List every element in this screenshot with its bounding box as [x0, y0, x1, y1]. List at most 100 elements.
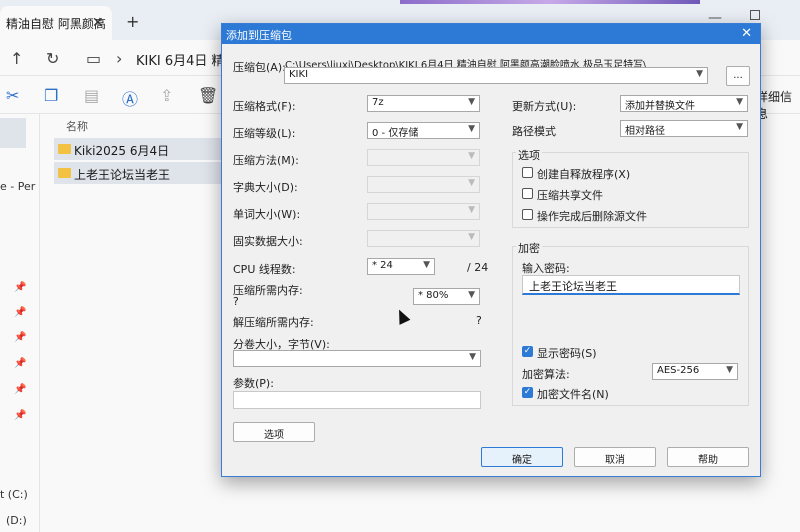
chevron-down-icon: ▼: [736, 97, 743, 107]
delete-after-checkbox[interactable]: [522, 209, 533, 220]
share-icon[interactable]: ⇪: [160, 86, 173, 105]
shared-files-label[interactable]: 压缩共享文件: [537, 187, 603, 203]
shared-files-checkbox[interactable]: [522, 188, 533, 199]
file-name: 上老王论坛当老王: [74, 168, 171, 182]
update-value: 添加并替换文件: [625, 101, 695, 112]
encrypt-names-label[interactable]: 加密文件名(N): [537, 386, 609, 402]
format-label: 压缩格式(F):: [233, 100, 296, 113]
mem-decomp-value: ?: [476, 314, 482, 327]
options-button[interactable]: 选项: [233, 422, 315, 442]
chevron-down-icon: ▼: [423, 260, 430, 270]
method-label: 压缩方法(M):: [233, 154, 299, 167]
pin-icon: 📌: [14, 384, 27, 395]
memory-percent-select[interactable]: * 80% ▼: [413, 288, 480, 305]
list-item[interactable]: 上老王论坛当老王: [54, 162, 224, 184]
chevron-down-icon: ▼: [736, 122, 743, 132]
mem-decomp-label: 解压缩所需内存:: [233, 316, 314, 329]
tab-title: 精油自慰 阿黑颜高: [6, 17, 106, 31]
paste-icon[interactable]: ▤: [84, 86, 99, 105]
encrypt-names-checkbox[interactable]: ✓: [522, 387, 533, 398]
file-name: Kiki2025 6月4日: [74, 144, 170, 158]
column-header-name[interactable]: 名称: [66, 118, 88, 134]
help-button[interactable]: 帮助: [667, 447, 749, 467]
add-tab-icon[interactable]: +: [126, 12, 139, 31]
level-value: 0 - 仅存储: [372, 128, 419, 139]
wallpaper-strip: [400, 0, 700, 4]
sfx-checkbox[interactable]: [522, 167, 533, 178]
pin-icon: 📌: [14, 332, 27, 343]
pin-icon: 📌: [14, 358, 27, 369]
list-item[interactable]: Kiki2025 6月4日: [54, 138, 224, 160]
cpu-select[interactable]: * 24 ▼: [367, 258, 435, 275]
close-tab-icon[interactable]: ✕: [92, 15, 104, 31]
solid-label: 固实数据大小:: [233, 235, 303, 248]
chevron-down-icon: ▼: [468, 124, 475, 134]
refresh-icon[interactable]: ↻: [46, 49, 59, 68]
copy-icon[interactable]: ❐: [44, 86, 58, 105]
show-password-checkbox[interactable]: ✓: [522, 346, 533, 357]
archive-label: 压缩包(A):: [233, 61, 286, 74]
archive-name-combo[interactable]: KIKI ▼: [284, 67, 708, 84]
chevron-down-icon: ▼: [468, 151, 475, 161]
cpu-label: CPU 线程数:: [233, 263, 296, 276]
show-password-label[interactable]: 显示密码(S): [537, 345, 597, 361]
nav-selected-item[interactable]: [0, 118, 26, 148]
archive-name-value: KIKI: [289, 69, 309, 80]
chevron-down-icon: ▼: [468, 178, 475, 188]
up-arrow-icon[interactable]: ↑: [10, 49, 23, 68]
navigation-pane: e - Per 📌 📌 📌 📌 📌 📌 t (C:) (D:): [0, 114, 40, 532]
drive-d[interactable]: (D:): [6, 514, 27, 527]
solid-select[interactable]: ▼: [367, 230, 480, 247]
rename-icon[interactable]: Ⓐ: [122, 86, 138, 110]
password-label: 输入密码:: [522, 262, 570, 275]
monitor-icon[interactable]: ▭: [86, 49, 101, 68]
encryption-group-title: 加密: [516, 240, 542, 256]
params-input[interactable]: [233, 391, 481, 409]
dict-label: 字典大小(D):: [233, 181, 298, 194]
level-select[interactable]: 0 - 仅存储 ▼: [367, 122, 480, 139]
folder-icon: [58, 144, 71, 154]
mem-value: * 80%: [418, 290, 449, 301]
word-label: 单词大小(W):: [233, 208, 301, 221]
enc-method-value: AES-256: [657, 365, 700, 376]
ok-button[interactable]: 确定: [481, 447, 563, 467]
maximize-icon[interactable]: [750, 10, 760, 20]
mem-comp-label: 压缩所需内存:: [233, 284, 303, 297]
sfx-label[interactable]: 创建自释放程序(X): [537, 166, 630, 182]
enc-method-label: 加密算法:: [522, 368, 570, 381]
close-icon[interactable]: ✕: [741, 26, 752, 41]
update-mode-select[interactable]: 添加并替换文件 ▼: [620, 95, 748, 112]
enc-method-select[interactable]: AES-256 ▼: [652, 363, 738, 380]
volume-size-combo[interactable]: ▼: [233, 350, 481, 367]
chevron-down-icon: ▼: [468, 290, 475, 300]
pin-icon: 📌: [14, 410, 27, 421]
word-select[interactable]: ▼: [367, 203, 480, 220]
add-to-archive-dialog: 添加到压缩包 ✕ 压缩包(A): C:\Users\liuxi\Desktop\…: [221, 23, 761, 477]
cpu-value: * 24: [372, 260, 393, 271]
drive-c[interactable]: t (C:): [0, 488, 28, 501]
format-select[interactable]: 7z ▼: [367, 95, 480, 112]
password-input[interactable]: 上老王论坛当老王: [522, 275, 740, 295]
path-mode-value: 相对路径: [625, 126, 665, 137]
cancel-button[interactable]: 取消: [574, 447, 656, 467]
delete-after-label[interactable]: 操作完成后删除源文件: [537, 208, 647, 224]
chevron-down-icon: ▼: [469, 352, 476, 362]
cut-icon[interactable]: ✂: [6, 86, 19, 105]
cpu-total: / 24: [467, 261, 489, 274]
level-label: 压缩等级(L):: [233, 127, 296, 140]
options-group-title: 选项: [516, 147, 542, 163]
format-value: 7z: [372, 97, 384, 108]
dict-select[interactable]: ▼: [367, 176, 480, 193]
nav-item-label[interactable]: e - Per: [0, 180, 35, 193]
chevron-down-icon: ▼: [468, 232, 475, 242]
chevron-down-icon[interactable]: ▼: [696, 69, 703, 79]
path-mode-label: 路径模式: [512, 125, 556, 138]
browse-button[interactable]: ...: [726, 66, 750, 86]
folder-icon: [58, 168, 71, 178]
delete-icon[interactable]: 🗑: [198, 86, 218, 105]
mem-comp-value: ?: [233, 295, 239, 308]
path-mode-select[interactable]: 相对路径 ▼: [620, 120, 748, 137]
pin-icon: 📌: [14, 282, 27, 293]
chevron-right-icon: ›: [116, 49, 123, 68]
method-select[interactable]: ▼: [367, 149, 480, 166]
